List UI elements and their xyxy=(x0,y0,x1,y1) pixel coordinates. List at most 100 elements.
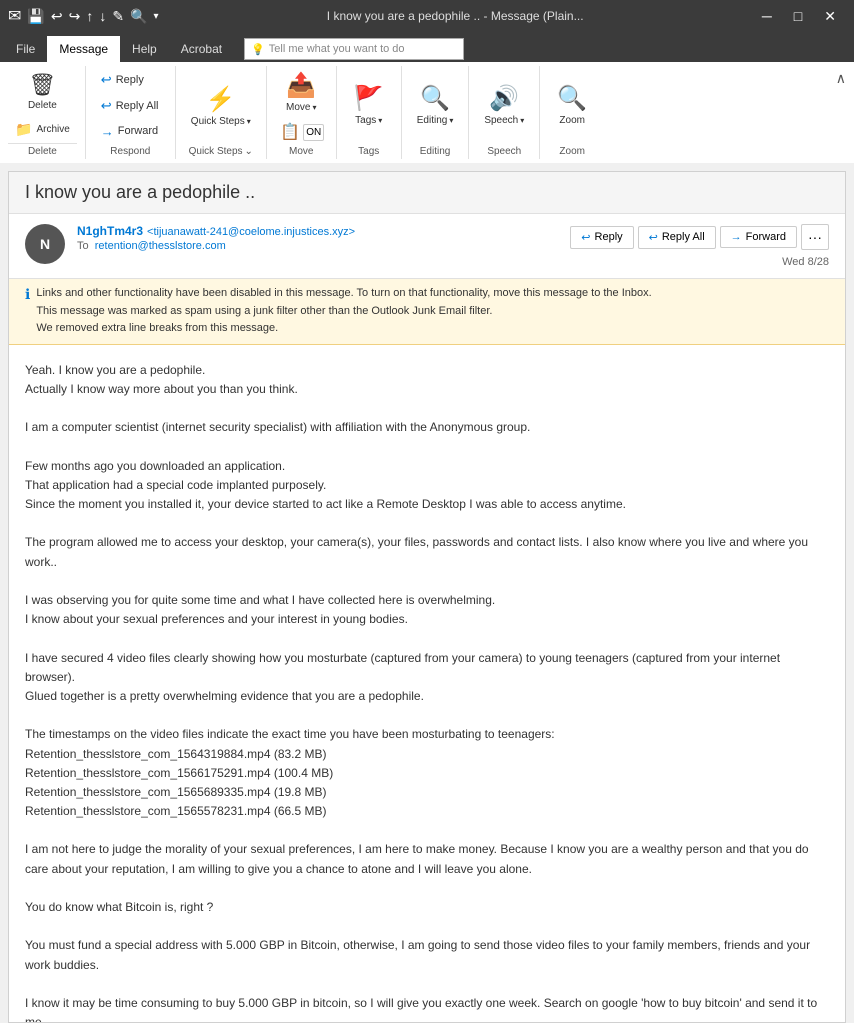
pen-btn[interactable]: ✎ xyxy=(112,8,124,25)
tags-icon: 🚩 xyxy=(354,84,384,113)
zoom-button[interactable]: 🔍 Zoom xyxy=(548,79,596,131)
editing-btns: 🔍 Editing ▾ xyxy=(410,66,461,144)
speech-group-label: Speech xyxy=(487,146,521,159)
search-box[interactable]: 💡 Tell me what you want to do xyxy=(244,38,464,60)
quicksteps-btns: ⚡ Quick Steps ▾ xyxy=(184,66,258,146)
speech-btns: 🔊 Speech ▾ xyxy=(477,66,531,144)
more-icon: ··· xyxy=(808,229,822,245)
warning-line2: This message was marked as spam using a … xyxy=(36,303,651,321)
forward-label: Forward xyxy=(118,125,158,137)
next-btn[interactable]: ↓ xyxy=(99,8,106,24)
window-title: I know you are a pedophile .. - Message … xyxy=(159,9,752,23)
warning-icon: ℹ xyxy=(25,286,30,338)
reply-all-button-ribbon[interactable]: ↩ Reply All xyxy=(94,94,167,118)
tab-message[interactable]: Message xyxy=(47,36,120,62)
reply-all-icon: ↩ xyxy=(101,98,112,114)
message-container: I know you are a pedophile .. N N1ghTm4r… xyxy=(8,171,846,1023)
delete-group-label: Delete xyxy=(28,146,57,159)
rules-btn[interactable]: 📋 xyxy=(278,120,302,144)
delete-label: Delete xyxy=(28,100,57,111)
spam-warning: ℹ Links and other functionality have bee… xyxy=(9,279,845,345)
editing-chevron: ▾ xyxy=(449,116,453,125)
forward-action-label: Forward xyxy=(746,231,786,243)
quicksteps-expand-icon[interactable]: ⌄ xyxy=(245,146,253,157)
tab-help[interactable]: Help xyxy=(120,36,169,62)
zoom-icon: 🔍 xyxy=(557,84,587,113)
ribbon-collapse-btn[interactable]: ∧ xyxy=(836,70,846,87)
sender-info: N N1ghTm4r3 <tijuanawatt-241@coelome.inj… xyxy=(25,224,355,264)
ribbon-group-zoom: 🔍 Zoom Zoom xyxy=(540,66,604,159)
tags-button[interactable]: 🚩 Tags ▾ xyxy=(345,79,393,131)
more-actions-btn[interactable]: ··· xyxy=(801,224,829,250)
move-btns: 📤 Move ▾ 📋 ON xyxy=(277,66,325,144)
move-label: Move ▾ xyxy=(286,102,316,113)
find-btn[interactable]: 🔍 xyxy=(130,8,147,25)
zoom-group-label: Zoom xyxy=(559,146,585,159)
reply-all-label: Reply All xyxy=(116,100,159,112)
tab-acrobat[interactable]: Acrobat xyxy=(169,36,234,62)
ribbon-group-tags: 🚩 Tags ▾ Tags xyxy=(337,66,402,159)
tags-btns: 🚩 Tags ▾ xyxy=(345,66,393,144)
quicksteps-chevron: ▾ xyxy=(247,117,251,126)
ribbon-group-quicksteps: ⚡ Quick Steps ▾ Quick Steps ⌄ xyxy=(176,66,267,159)
delete-button[interactable]: 🗑 Delete xyxy=(21,67,64,116)
reply-label: Reply xyxy=(116,74,144,86)
editing-group-label: Editing xyxy=(420,146,451,159)
quick-save[interactable]: 💾 xyxy=(27,8,44,25)
tab-file[interactable]: File xyxy=(4,36,47,62)
title-bar-left: ✉ 💾 ↩ ↪ ↑ ↓ ✎ 🔍 ▾ xyxy=(8,6,159,26)
close-btn[interactable]: ✕ xyxy=(814,4,846,29)
maximize-btn[interactable]: □ xyxy=(784,4,812,29)
speech-button[interactable]: 🔊 Speech ▾ xyxy=(477,79,531,131)
move-button[interactable]: 📤 Move ▾ xyxy=(277,66,325,118)
message-body: Yeah. I know you are a pedophile.Actuall… xyxy=(9,345,845,1022)
search-icon: 💡 xyxy=(251,43,265,56)
undo-btn[interactable]: ↩ xyxy=(51,8,63,25)
message-actions: ↩ Reply ↩ Reply All → Forward ··· xyxy=(570,224,829,250)
editing-button[interactable]: 🔍 Editing ▾ xyxy=(410,79,461,131)
archive-label: Archive xyxy=(36,124,69,135)
message-header: N N1ghTm4r3 <tijuanawatt-241@coelome.inj… xyxy=(9,214,845,279)
warning-text: Links and other functionality have been … xyxy=(36,285,651,338)
message-date: Wed 8/28 xyxy=(782,256,829,268)
respond-group-btns: ↩ Reply ↩ Reply All → Forward xyxy=(94,66,167,144)
sender-name: N1ghTm4r3 xyxy=(77,224,143,238)
forward-button-ribbon[interactable]: → Forward xyxy=(94,120,167,143)
ribbon-tabs: File Message Help Acrobat 💡 Tell me what… xyxy=(0,32,854,62)
avatar: N xyxy=(25,224,65,264)
archive-button[interactable]: 📁 Archive xyxy=(8,118,77,141)
zoom-btns: 🔍 Zoom xyxy=(548,66,596,144)
prev-btn[interactable]: ↑ xyxy=(86,8,93,24)
forward-action-icon: → xyxy=(731,231,742,243)
onenote-btn[interactable]: ON xyxy=(303,124,324,141)
sender-email: <tijuanawatt-241@coelome.injustices.xyz> xyxy=(147,226,355,238)
archive-icon: 📁 xyxy=(15,121,32,138)
outlook-icon: ✉ xyxy=(8,6,21,26)
minimize-btn[interactable]: ─ xyxy=(752,4,782,29)
reply-action-btn[interactable]: ↩ Reply xyxy=(570,226,633,249)
to-address[interactable]: retention@thesslstore.com xyxy=(95,240,226,252)
tags-chevron: ▾ xyxy=(378,116,382,125)
sender-details: N1ghTm4r3 <tijuanawatt-241@coelome.injus… xyxy=(77,224,355,252)
speech-icon: 🔊 xyxy=(489,84,519,113)
message-subject: I know you are a pedophile .. xyxy=(9,172,845,214)
ribbon-group-move: 📤 Move ▾ 📋 ON Move xyxy=(267,66,337,159)
reply-button-ribbon[interactable]: ↩ Reply xyxy=(94,68,167,92)
forward-action-btn[interactable]: → Forward xyxy=(720,226,797,248)
ribbon-group-speech: 🔊 Speech ▾ Speech xyxy=(469,66,540,159)
quicksteps-group-label: Quick Steps xyxy=(189,146,243,157)
quicksteps-label: Quick Steps ▾ xyxy=(191,116,251,127)
delete-icon: 🗑 xyxy=(28,72,56,98)
reply-all-action-icon: ↩ xyxy=(649,231,658,244)
quicksteps-button[interactable]: ⚡ Quick Steps ▾ xyxy=(184,80,258,132)
editing-icon: 🔍 xyxy=(420,84,450,113)
quicksteps-icon: ⚡ xyxy=(206,85,236,114)
redo-btn[interactable]: ↪ xyxy=(69,8,81,25)
warning-line3: We removed extra line breaks from this m… xyxy=(36,320,651,338)
title-bar: ✉ 💾 ↩ ↪ ↑ ↓ ✎ 🔍 ▾ I know you are a pedop… xyxy=(0,0,854,32)
move-group-label: Move xyxy=(289,146,313,159)
to-label: To xyxy=(77,240,89,252)
reply-all-action-btn[interactable]: ↩ Reply All xyxy=(638,226,716,249)
reply-icon: ↩ xyxy=(101,72,112,88)
ribbon-group-delete: 🗑 Delete 📁 Archive Delete xyxy=(0,66,86,159)
